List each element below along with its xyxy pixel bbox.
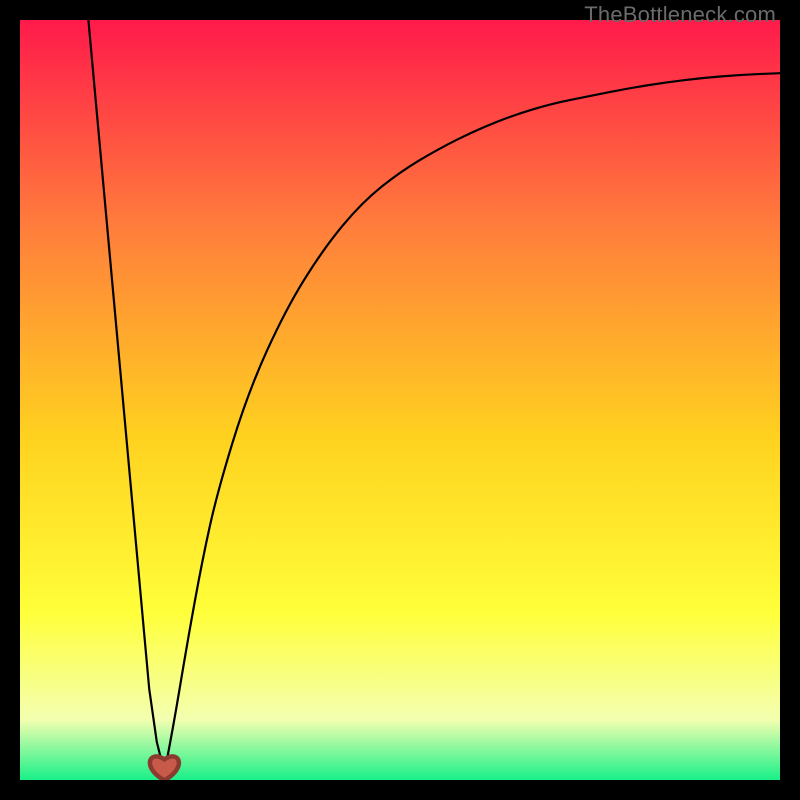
plot-area bbox=[20, 20, 780, 780]
watermark-text: TheBottleneck.com bbox=[584, 2, 776, 28]
chart-svg bbox=[20, 20, 780, 780]
chart-frame: TheBottleneck.com bbox=[0, 0, 800, 800]
gradient-background bbox=[20, 20, 780, 780]
minimum-marker bbox=[152, 759, 176, 778]
